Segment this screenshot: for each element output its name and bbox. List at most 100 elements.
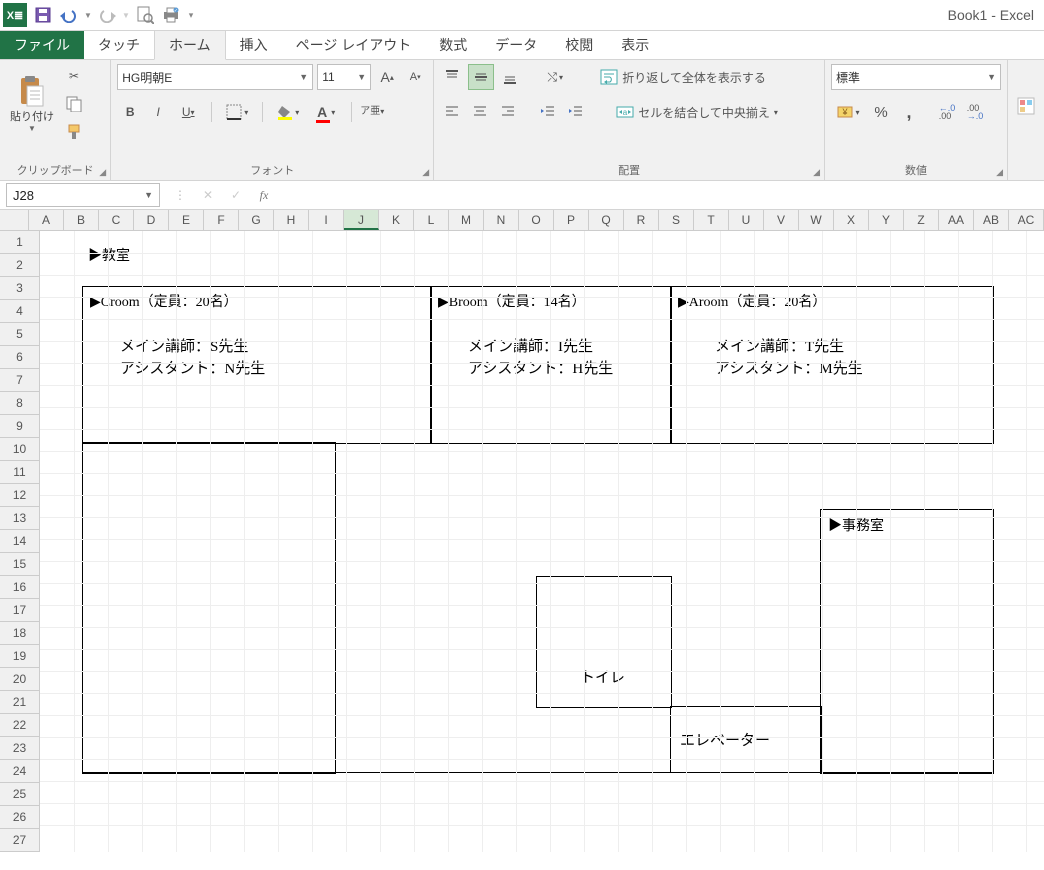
format-painter-button[interactable] bbox=[62, 120, 86, 144]
cell-grid[interactable]: ▶教室 ▶Croom（定員：20名） メイン講師：S先生 アシスタント：N先生 … bbox=[40, 231, 1044, 852]
wrap-text-button[interactable]: 折り返して全体を表示する bbox=[594, 65, 772, 89]
font-size-combo[interactable]: 11▼ bbox=[317, 64, 371, 90]
fill-color-button[interactable]: ▾ bbox=[271, 100, 305, 124]
row-header-10[interactable]: 10 bbox=[0, 438, 40, 461]
align-right-button[interactable] bbox=[496, 100, 520, 124]
col-header-V[interactable]: V bbox=[764, 210, 799, 230]
col-header-Y[interactable]: Y bbox=[869, 210, 904, 230]
dropdown-btn[interactable]: ⋮ bbox=[166, 181, 194, 209]
font-dialog-launcher[interactable]: ◢ bbox=[422, 167, 429, 178]
align-top-button[interactable] bbox=[440, 65, 464, 89]
col-header-F[interactable]: F bbox=[204, 210, 239, 230]
col-header-AB[interactable]: AB bbox=[974, 210, 1009, 230]
comma-button[interactable]: , bbox=[897, 100, 921, 124]
row-header-17[interactable]: 17 bbox=[0, 599, 40, 622]
row-header-8[interactable]: 8 bbox=[0, 392, 40, 415]
percent-button[interactable]: % bbox=[869, 100, 893, 124]
col-header-H[interactable]: H bbox=[274, 210, 309, 230]
tab-pagelayout[interactable]: ページ レイアウト bbox=[282, 31, 426, 59]
undo-button[interactable] bbox=[56, 0, 82, 30]
col-header-X[interactable]: X bbox=[834, 210, 869, 230]
row-header-19[interactable]: 19 bbox=[0, 645, 40, 668]
row-header-3[interactable]: 3 bbox=[0, 277, 40, 300]
row-header-2[interactable]: 2 bbox=[0, 254, 40, 277]
paste-button[interactable]: 貼り付け ▼ bbox=[6, 65, 58, 143]
col-header-I[interactable]: I bbox=[309, 210, 344, 230]
font-name-combo[interactable]: HG明朝E▼ bbox=[117, 64, 313, 90]
align-middle-button[interactable] bbox=[468, 64, 494, 90]
col-header-S[interactable]: S bbox=[659, 210, 694, 230]
tab-formulas[interactable]: 数式 bbox=[425, 31, 481, 59]
col-header-C[interactable]: C bbox=[99, 210, 134, 230]
accounting-format-button[interactable]: ¥▾ bbox=[831, 100, 865, 124]
merge-center-button[interactable]: a セルを結合して中央揃え ▾ bbox=[610, 100, 784, 124]
row-header-24[interactable]: 24 bbox=[0, 760, 40, 783]
redo-dropdown[interactable]: ▼ bbox=[120, 0, 132, 30]
select-all-triangle[interactable] bbox=[0, 210, 29, 230]
col-header-K[interactable]: K bbox=[379, 210, 414, 230]
col-header-E[interactable]: E bbox=[169, 210, 204, 230]
col-header-B[interactable]: B bbox=[64, 210, 99, 230]
decrease-decimal-button[interactable]: .00→.0 bbox=[963, 100, 987, 124]
col-header-M[interactable]: M bbox=[449, 210, 484, 230]
redo-button[interactable] bbox=[94, 0, 120, 30]
font-color-button[interactable]: A▾ bbox=[309, 100, 343, 124]
enter-btn[interactable]: ✓ bbox=[222, 181, 250, 209]
insert-function-btn[interactable]: fx bbox=[250, 181, 278, 209]
tab-data[interactable]: データ bbox=[481, 31, 551, 59]
tab-insert[interactable]: 挿入 bbox=[226, 31, 282, 59]
row-header-21[interactable]: 21 bbox=[0, 691, 40, 714]
formula-input[interactable] bbox=[278, 184, 1044, 206]
conditional-formatting-button[interactable] bbox=[1014, 94, 1038, 118]
name-box[interactable]: J28 ▼ bbox=[6, 183, 160, 207]
row-header-13[interactable]: 13 bbox=[0, 507, 40, 530]
col-header-AA[interactable]: AA bbox=[939, 210, 974, 230]
col-header-P[interactable]: P bbox=[554, 210, 589, 230]
col-header-Z[interactable]: Z bbox=[904, 210, 939, 230]
align-center-button[interactable] bbox=[468, 100, 492, 124]
bold-button[interactable]: B bbox=[117, 100, 143, 124]
print-preview-button[interactable] bbox=[132, 0, 158, 30]
row-header-25[interactable]: 25 bbox=[0, 783, 40, 806]
copy-button[interactable] bbox=[62, 92, 86, 116]
clipboard-dialog-launcher[interactable]: ◢ bbox=[99, 167, 106, 178]
col-header-L[interactable]: L bbox=[414, 210, 449, 230]
increase-font-button[interactable]: A▴ bbox=[375, 65, 399, 89]
alignment-dialog-launcher[interactable]: ◢ bbox=[813, 167, 820, 178]
row-header-11[interactable]: 11 bbox=[0, 461, 40, 484]
align-left-button[interactable] bbox=[440, 100, 464, 124]
tab-view[interactable]: 表示 bbox=[607, 31, 663, 59]
tab-touch[interactable]: タッチ bbox=[84, 31, 154, 59]
qat-customize[interactable]: ▾ bbox=[184, 0, 198, 30]
col-header-R[interactable]: R bbox=[624, 210, 659, 230]
row-header-1[interactable]: 1 bbox=[0, 231, 40, 254]
col-header-J[interactable]: J bbox=[344, 210, 379, 230]
row-header-6[interactable]: 6 bbox=[0, 346, 40, 369]
decrease-indent-button[interactable] bbox=[536, 100, 560, 124]
underline-button[interactable]: U ▾ bbox=[173, 100, 203, 124]
quick-print-button[interactable]: ✓ bbox=[158, 0, 184, 30]
save-button[interactable] bbox=[30, 0, 56, 30]
tab-review[interactable]: 校閲 bbox=[551, 31, 607, 59]
borders-button[interactable]: ▾ bbox=[220, 100, 254, 124]
tab-file[interactable]: ファイル bbox=[0, 31, 84, 59]
row-header-7[interactable]: 7 bbox=[0, 369, 40, 392]
row-header-22[interactable]: 22 bbox=[0, 714, 40, 737]
row-header-15[interactable]: 15 bbox=[0, 553, 40, 576]
col-header-A[interactable]: A bbox=[29, 210, 64, 230]
orientation-button[interactable]: ⤭▾ bbox=[538, 65, 572, 89]
col-header-D[interactable]: D bbox=[134, 210, 169, 230]
row-header-18[interactable]: 18 bbox=[0, 622, 40, 645]
row-header-23[interactable]: 23 bbox=[0, 737, 40, 760]
col-header-Q[interactable]: Q bbox=[589, 210, 624, 230]
row-header-5[interactable]: 5 bbox=[0, 323, 40, 346]
italic-button[interactable]: I bbox=[147, 100, 169, 124]
increase-decimal-button[interactable]: ←.0.00 bbox=[935, 100, 959, 124]
row-header-27[interactable]: 27 bbox=[0, 829, 40, 852]
col-header-G[interactable]: G bbox=[239, 210, 274, 230]
cut-button[interactable]: ✂ bbox=[62, 64, 86, 88]
phonetic-button[interactable]: ア亜▾ bbox=[360, 100, 384, 124]
increase-indent-button[interactable] bbox=[564, 100, 588, 124]
worksheet[interactable]: ABCDEFGHIJKLMNOPQRSTUVWXYZAAABAC 1234567… bbox=[0, 210, 1044, 870]
col-header-W[interactable]: W bbox=[799, 210, 834, 230]
